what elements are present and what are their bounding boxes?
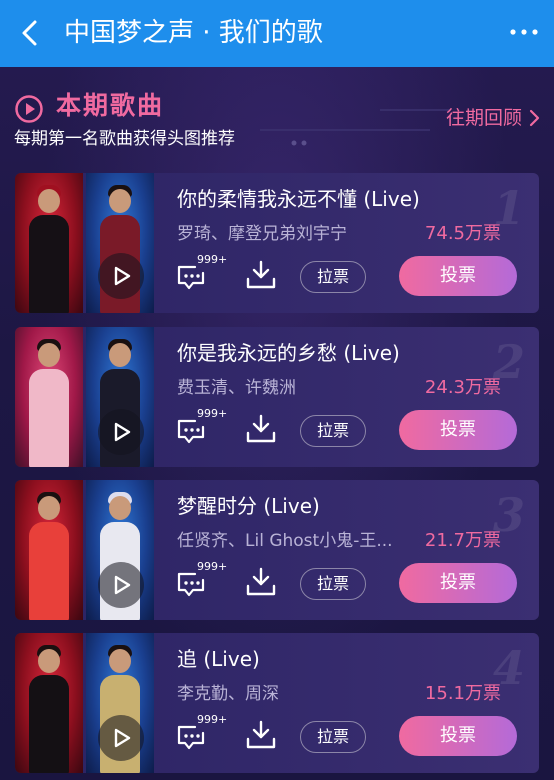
chevron-right-icon [529,109,540,127]
download-icon[interactable] [245,566,277,598]
lapiao-button[interactable]: 拉票 [300,261,366,293]
more-dots-icon[interactable] [508,22,540,42]
play-button[interactable] [98,715,144,761]
top-navbar: 中国梦之声 · 我们的歌 [0,0,554,67]
vote-button[interactable]: 投票 [399,410,517,450]
song-title: 你的柔情我永远不懂 (Live) [177,187,420,211]
vote-button[interactable]: 投票 [399,256,517,296]
play-button[interactable] [98,409,144,455]
comment-count: 999+ [197,253,228,266]
song-card[interactable]: 你是我永远的乡愁 (Live) 费玉清、许魏洲 24.3万票 2 999+ 拉票… [15,327,539,467]
song-card[interactable]: 追 (Live) 李克勤、周深 15.1万票 4 999+ 拉票 投票 [15,633,539,773]
comment-count: 999+ [197,560,228,573]
play-icon [114,266,131,286]
song-title: 梦醒时分 (Live) [177,494,320,518]
singer-photo [15,173,83,313]
play-icon [114,575,131,595]
song-card[interactable]: 你的柔情我永远不懂 (Live) 罗琦、摩登兄弟刘宇宁 74.5万票 1 999… [15,173,539,313]
singer-photo [15,327,83,467]
play-circle-icon [15,95,43,123]
history-link-label: 往期回顾 [445,107,522,129]
singer-photo [15,480,83,620]
vote-count: 15.1万票 [424,683,501,704]
download-icon[interactable] [245,719,277,751]
section-title: 本期歌曲 [56,91,165,120]
song-title: 追 (Live) [177,647,260,671]
play-icon [114,422,131,442]
lapiao-button[interactable]: 拉票 [300,568,366,600]
chevron-left-icon[interactable] [16,18,46,48]
page-title: 中国梦之声 · 我们的歌 [64,18,323,48]
download-icon[interactable] [245,259,277,291]
vote-button[interactable]: 投票 [399,716,517,756]
rank-number: 1 [492,181,525,235]
vote-count: 24.3万票 [424,377,501,398]
song-artists: 李克勤、周深 [177,684,279,704]
download-icon[interactable] [245,413,277,445]
decorative-lines [260,109,450,146]
comment-count: 999+ [197,407,228,420]
song-card[interactable]: 梦醒时分 (Live) 任贤齐、Lil Ghost小鬼-王... 21.7万票 … [15,480,539,620]
section-subtitle: 每期第一名歌曲获得头图推荐 [14,129,235,149]
rank-number: 4 [492,641,525,695]
history-link[interactable]: 往期回顾 [446,104,540,132]
lapiao-button[interactable]: 拉票 [300,721,366,753]
song-artists: 费玉清、许魏洲 [177,378,296,398]
vote-button[interactable]: 投票 [399,563,517,603]
comment-count: 999+ [197,713,228,726]
lapiao-button[interactable]: 拉票 [300,415,366,447]
song-title: 你是我永远的乡愁 (Live) [177,341,400,365]
play-button[interactable] [98,562,144,608]
singer-photo [15,633,83,773]
rank-number: 2 [492,335,525,389]
song-artists: 任贤齐、Lil Ghost小鬼-王... [177,531,393,551]
vote-count: 74.5万票 [424,223,501,244]
play-icon [114,728,131,748]
vote-count: 21.7万票 [424,530,501,551]
rank-number: 3 [492,488,525,542]
song-artists: 罗琦、摩登兄弟刘宇宁 [177,224,347,244]
play-button[interactable] [98,253,144,299]
